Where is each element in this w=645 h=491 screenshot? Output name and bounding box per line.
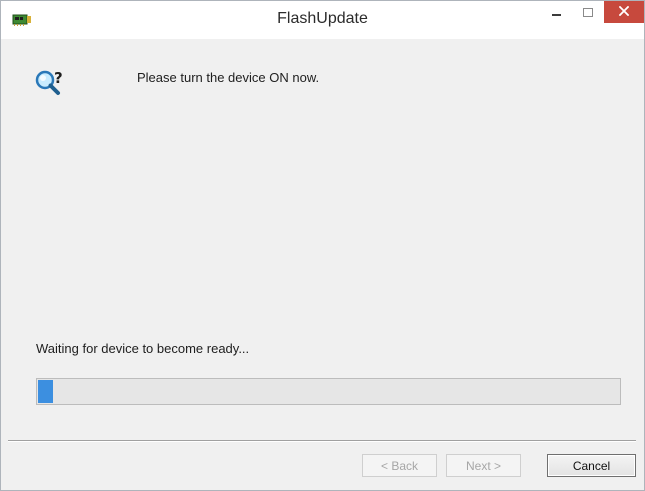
next-button[interactable]: Next > xyxy=(446,454,521,477)
title-bar[interactable]: FlashUpdate xyxy=(1,1,644,39)
magnifier-question-icon: ? xyxy=(34,68,68,100)
progress-bar xyxy=(36,378,621,405)
minimize-button[interactable] xyxy=(542,1,570,23)
status-text: Waiting for device to become ready... xyxy=(36,341,250,356)
cancel-button[interactable]: Cancel xyxy=(547,454,636,477)
close-icon xyxy=(618,3,630,21)
instruction-message: Please turn the device ON now. xyxy=(137,70,320,85)
close-button[interactable] xyxy=(604,1,644,23)
wizard-content: ? Please turn the device ON now. Waiting… xyxy=(1,39,644,490)
progress-fill xyxy=(38,380,53,403)
minimize-icon xyxy=(551,14,561,16)
maximize-icon xyxy=(583,7,593,17)
svg-text:?: ? xyxy=(54,69,63,87)
separator xyxy=(8,440,636,442)
flashupdate-window: FlashUpdate ? Please turn the device ON … xyxy=(0,0,645,491)
maximize-button[interactable] xyxy=(575,1,601,23)
back-button[interactable]: < Back xyxy=(362,454,437,477)
